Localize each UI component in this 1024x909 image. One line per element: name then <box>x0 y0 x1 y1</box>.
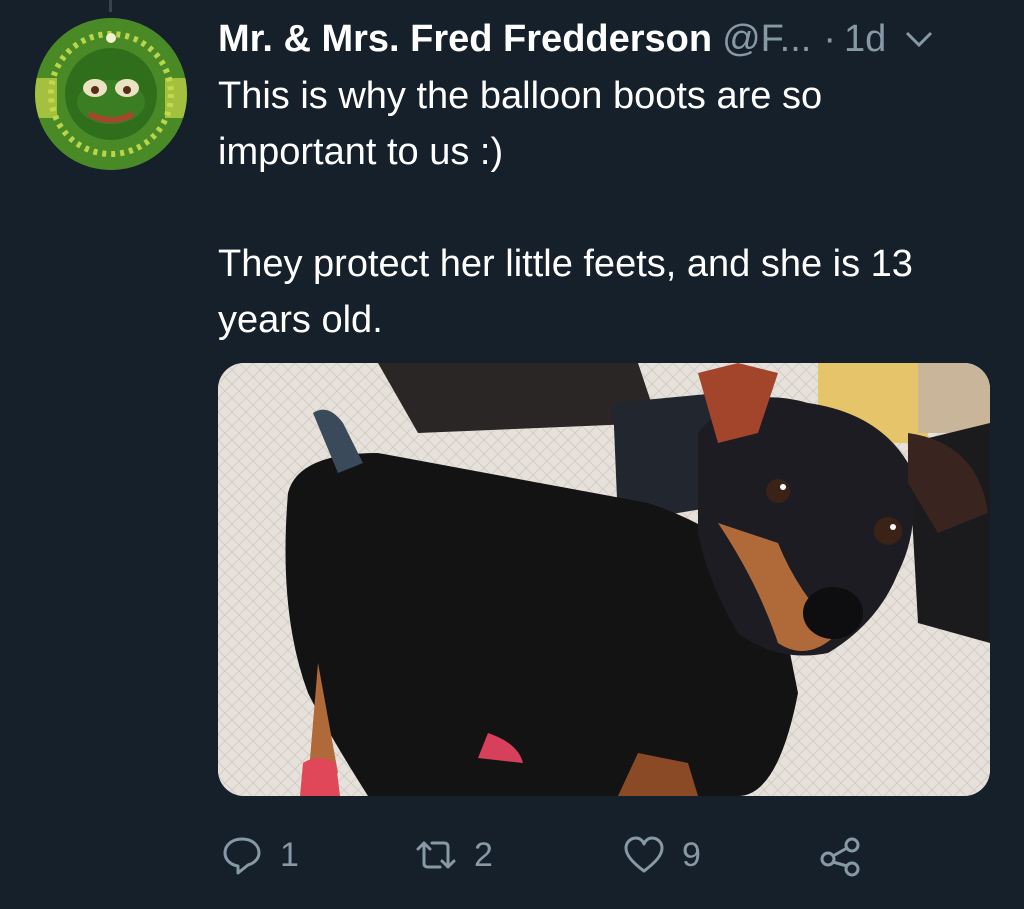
retweet-icon <box>416 841 456 869</box>
tweet-text-paragraph-2: They protect her little feets, and she i… <box>218 243 913 341</box>
display-name[interactable]: Mr. & Mrs. Fred Fredderson <box>218 18 712 61</box>
thread-connector-line <box>109 0 112 12</box>
tweet-text: This is why the balloon boots are so imp… <box>218 68 978 348</box>
avatar-image <box>35 18 187 170</box>
tweet-media-image[interactable] <box>218 363 990 796</box>
like-button[interactable]: 9 <box>622 833 701 877</box>
user-handle[interactable]: @F... <box>722 18 811 61</box>
separator-dot: · <box>823 17 836 60</box>
reply-icon <box>223 837 261 875</box>
like-count: 9 <box>682 835 701 874</box>
reply-count: 1 <box>280 835 299 874</box>
share-icon <box>820 837 860 877</box>
tweet-text-paragraph-1: This is why the balloon boots are so imp… <box>218 75 823 173</box>
retweet-count: 2 <box>474 835 493 874</box>
tweet-header: Mr. & Mrs. Fred Fredderson @F... · 1d <box>218 14 994 64</box>
chevron-down-icon[interactable] <box>904 24 934 54</box>
reply-button[interactable]: 1 <box>220 833 299 877</box>
avatar[interactable] <box>35 18 187 170</box>
retweet-button[interactable]: 2 <box>414 833 493 877</box>
share-button[interactable] <box>818 833 862 877</box>
timestamp[interactable]: 1d <box>844 18 886 61</box>
heart-icon <box>624 836 664 873</box>
dog-photo <box>218 363 990 796</box>
tweet-actions-bar: 1 2 9 <box>218 825 978 885</box>
